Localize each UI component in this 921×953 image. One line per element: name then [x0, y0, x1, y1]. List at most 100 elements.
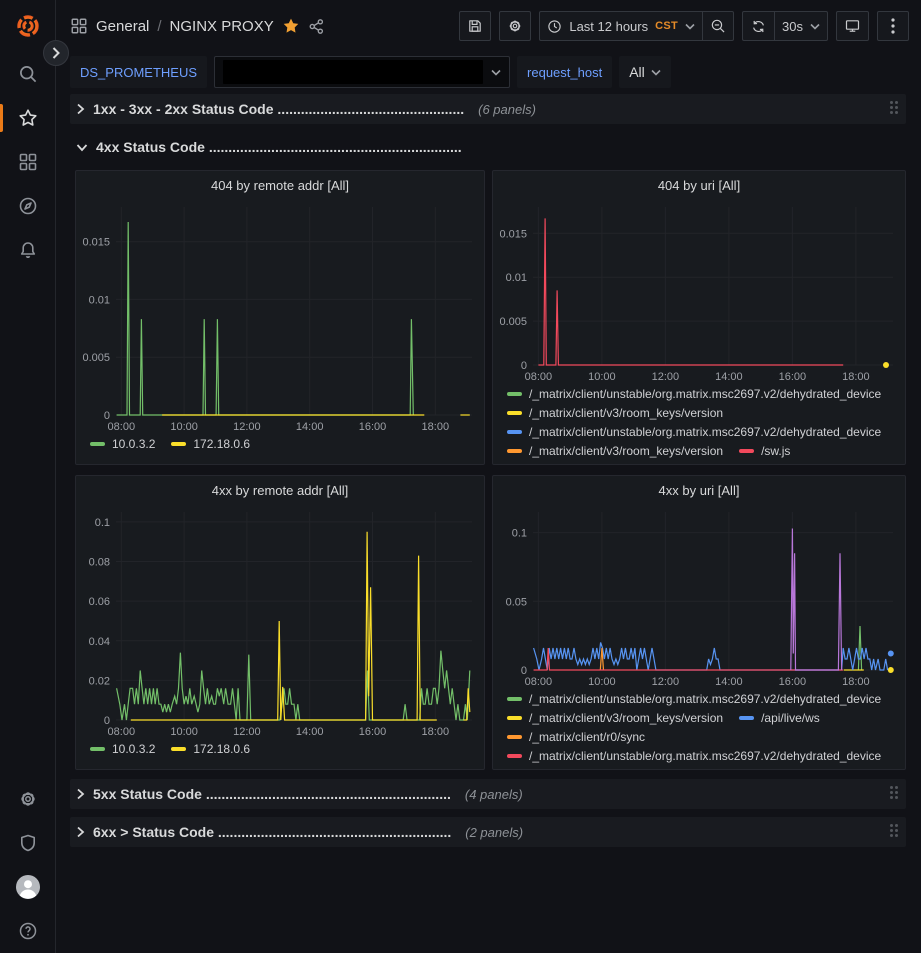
- row-1xx-3xx-2xx[interactable]: 1xx - 3xx - 2xx Status Code ............…: [70, 94, 906, 124]
- legend-item[interactable]: 172.18.0.6: [171, 437, 250, 451]
- panel-404-by-remote-addr: 404 by remote addr [All] 00.0050.010.015…: [75, 170, 485, 465]
- row-drag-handle[interactable]: [890, 824, 900, 840]
- panel-legend: /_matrix/client/unstable/org.matrix.msc2…: [493, 690, 905, 769]
- sidebar-item-dashboards[interactable]: [0, 140, 56, 184]
- panel-grid: 404 by remote addr [All] 00.0050.010.015…: [75, 170, 906, 770]
- chevron-right-icon: [76, 103, 85, 115]
- timezone-label: CST: [655, 20, 678, 32]
- breadcrumb-section[interactable]: General: [96, 18, 149, 35]
- refresh-interval-label: 30s: [782, 19, 803, 34]
- variables-bar: DS_PROMETHEUS request_host All: [56, 52, 921, 92]
- legend-swatch: [507, 430, 522, 434]
- svg-text:16:00: 16:00: [779, 371, 807, 383]
- chart-canvas[interactable]: 00.0050.010.01508:0010:0012:0014:0016:00…: [493, 199, 903, 385]
- svg-text:12:00: 12:00: [233, 421, 261, 433]
- legend-swatch: [171, 442, 186, 446]
- svg-text:16:00: 16:00: [779, 676, 807, 688]
- legend-item[interactable]: /sw.js: [739, 444, 790, 458]
- svg-text:10:00: 10:00: [588, 371, 616, 383]
- row-6xx[interactable]: 6xx > Status Code ......................…: [70, 817, 906, 847]
- legend-item[interactable]: /_matrix/client/unstable/org.matrix.msc2…: [507, 692, 881, 706]
- panel-title[interactable]: 4xx by uri [All]: [493, 476, 905, 504]
- sidebar-item-starred[interactable]: [0, 96, 56, 140]
- page-title[interactable]: NGINX PROXY: [170, 18, 274, 35]
- row-drag-handle[interactable]: [890, 786, 900, 802]
- more-menu-button[interactable]: [877, 11, 909, 41]
- legend-swatch: [507, 716, 522, 720]
- dashboard-settings-button[interactable]: [499, 11, 531, 41]
- svg-text:08:00: 08:00: [525, 676, 553, 688]
- refresh-button[interactable]: [742, 11, 774, 41]
- zoom-out-button[interactable]: [702, 11, 734, 41]
- zoom-out-icon: [710, 18, 726, 34]
- panel-4xx-by-uri: 4xx by uri [All] 00.050.108:0010:0012:00…: [492, 475, 906, 770]
- legend-item[interactable]: /_matrix/client/v3/room_keys/version: [507, 444, 723, 458]
- legend-swatch: [507, 754, 522, 758]
- chevron-right-icon: [52, 47, 60, 59]
- sidebar-item-help[interactable]: [0, 909, 56, 953]
- chevron-down-icon: [76, 143, 88, 152]
- chevron-down-icon: [810, 23, 820, 30]
- time-picker-button[interactable]: Last 12 hours CST: [539, 11, 702, 41]
- legend-label: /_matrix/client/unstable/org.matrix.msc2…: [529, 692, 881, 706]
- refresh-interval-button[interactable]: 30s: [774, 11, 828, 41]
- time-picker-group: Last 12 hours CST: [539, 11, 734, 41]
- legend-item[interactable]: 172.18.0.6: [171, 742, 250, 756]
- sidebar: [0, 0, 56, 953]
- avatar-icon: [15, 874, 41, 900]
- legend-label: 172.18.0.6: [193, 437, 250, 451]
- legend-item[interactable]: /api/live/ws: [739, 711, 820, 725]
- variable-select-request-host[interactable]: All: [619, 56, 671, 88]
- sidebar-item-profile[interactable]: [0, 865, 56, 909]
- panel-legend: 10.0.3.2 172.18.0.6: [76, 740, 484, 769]
- panel-title[interactable]: 404 by uri [All]: [493, 171, 905, 199]
- chart-canvas[interactable]: 00.0050.010.01508:0010:0012:0014:0016:00…: [76, 199, 482, 435]
- legend-swatch: [90, 747, 105, 751]
- share-icon[interactable]: [308, 18, 325, 35]
- sidebar-item-server-admin[interactable]: [0, 821, 56, 865]
- legend-swatch: [507, 697, 522, 701]
- compass-icon: [18, 196, 38, 216]
- legend-swatch: [171, 747, 186, 751]
- legend-item[interactable]: 10.0.3.2: [90, 437, 155, 451]
- panel-4xx-by-remote-addr: 4xx by remote addr [All] 00.020.040.060.…: [75, 475, 485, 770]
- chart-canvas[interactable]: 00.050.108:0010:0012:0014:0016:0018:00: [493, 504, 903, 690]
- legend-item[interactable]: /_matrix/client/r0/sync: [507, 730, 645, 744]
- sidebar-expand-button[interactable]: [43, 40, 69, 66]
- main-area: General / NGINX PROXY: [56, 0, 921, 953]
- svg-text:18:00: 18:00: [842, 676, 870, 688]
- legend-item[interactable]: /_matrix/client/v3/room_keys/version: [507, 406, 723, 420]
- sidebar-item-configuration[interactable]: [0, 777, 56, 821]
- legend-item[interactable]: /_matrix/client/unstable/org.matrix.msc2…: [507, 749, 881, 763]
- legend-item[interactable]: 10.0.3.2: [90, 742, 155, 756]
- row-4xx[interactable]: 4xx Status Code ........................…: [70, 132, 906, 162]
- save-button[interactable]: [459, 11, 491, 41]
- svg-text:16:00: 16:00: [359, 421, 387, 433]
- panel-title[interactable]: 4xx by remote addr [All]: [76, 476, 484, 504]
- svg-text:0.01: 0.01: [506, 272, 527, 284]
- sidebar-item-alerting[interactable]: [0, 228, 56, 272]
- row-5xx[interactable]: 5xx Status Code ........................…: [70, 779, 906, 809]
- legend-item[interactable]: /_matrix/client/unstable/org.matrix.msc2…: [507, 387, 881, 401]
- panel-title[interactable]: 404 by remote addr [All]: [76, 171, 484, 199]
- cycle-view-mode-button[interactable]: [836, 11, 869, 41]
- grafana-logo-icon: [15, 13, 41, 39]
- legend-label: /api/live/ws: [761, 711, 820, 725]
- legend-label: /_matrix/client/v3/room_keys/version: [529, 406, 723, 420]
- apps-grid-icon[interactable]: [70, 17, 88, 35]
- variable-select-ds-prometheus[interactable]: [214, 56, 510, 88]
- svg-text:10:00: 10:00: [170, 421, 198, 433]
- row-drag-handle[interactable]: [890, 101, 900, 117]
- search-icon: [18, 64, 38, 84]
- sidebar-item-explore[interactable]: [0, 184, 56, 228]
- chart-canvas[interactable]: 00.020.040.060.080.108:0010:0012:0014:00…: [76, 504, 482, 740]
- svg-text:08:00: 08:00: [108, 421, 136, 433]
- svg-text:0.06: 0.06: [89, 596, 110, 608]
- legend-item[interactable]: /_matrix/client/v3/room_keys/version: [507, 711, 723, 725]
- favorite-star-icon[interactable]: [282, 17, 300, 35]
- legend-item[interactable]: /_matrix/client/unstable/org.matrix.msc2…: [507, 425, 881, 439]
- svg-text:0.1: 0.1: [95, 517, 110, 529]
- row-title: 1xx - 3xx - 2xx Status Code ............…: [93, 101, 464, 117]
- legend-swatch: [507, 392, 522, 396]
- svg-text:0.01: 0.01: [89, 294, 110, 306]
